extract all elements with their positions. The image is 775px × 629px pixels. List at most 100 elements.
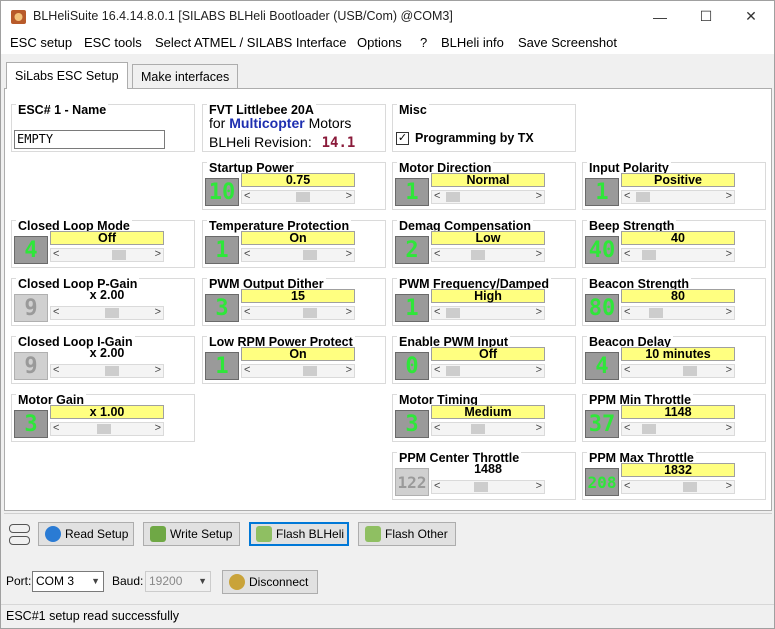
scroll-left-icon[interactable]: <	[53, 306, 59, 318]
motor-timing-slider-thumb[interactable]	[470, 424, 485, 434]
scroll-left-icon[interactable]: <	[624, 306, 630, 318]
flash-other-button[interactable]: Flash Other	[358, 522, 456, 546]
closed-loop-i-gain-slider-thumb[interactable]	[104, 366, 119, 376]
temperature-protection-slider-thumb[interactable]	[303, 250, 318, 260]
scroll-right-icon[interactable]: >	[536, 480, 542, 492]
input-polarity-slider-thumb[interactable]	[635, 192, 650, 202]
pwm-frequency-damped-slider-thumb[interactable]	[445, 308, 460, 318]
scroll-left-icon[interactable]: <	[53, 248, 59, 260]
scroll-right-icon[interactable]: >	[155, 306, 161, 318]
scroll-left-icon[interactable]: <	[53, 422, 59, 434]
closed-loop-mode-slider[interactable]: < >	[50, 248, 164, 262]
motor-gain-slider[interactable]: < >	[50, 422, 164, 436]
ppm-max-throttle-slider-thumb[interactable]	[683, 482, 698, 492]
scroll-left-icon[interactable]: <	[624, 364, 630, 376]
scroll-right-icon[interactable]: >	[155, 364, 161, 376]
menu-options[interactable]: Options	[357, 35, 402, 50]
beacon-strength-slider[interactable]: < >	[621, 306, 735, 320]
scroll-left-icon[interactable]: <	[434, 248, 440, 260]
menu-select-interface[interactable]: Select ATMEL / SILABS Interface	[155, 35, 346, 50]
scroll-right-icon[interactable]: >	[726, 480, 732, 492]
closed-loop-p-gain-slider[interactable]: < >	[50, 306, 164, 320]
pwm-output-dither-slider-thumb[interactable]	[303, 308, 318, 318]
menu-save-screenshot[interactable]: Save Screenshot	[518, 35, 617, 50]
scroll-left-icon[interactable]: <	[434, 306, 440, 318]
closed-loop-p-gain-slider-thumb[interactable]	[104, 308, 119, 318]
low-rpm-power-protect-slider[interactable]: < >	[241, 364, 355, 378]
minimize-button[interactable]: —	[637, 1, 683, 32]
port-select[interactable]: COM 3 ▼	[32, 571, 104, 592]
pwm-output-dither-slider[interactable]: < >	[241, 306, 355, 320]
scroll-right-icon[interactable]: >	[346, 306, 352, 318]
baud-select[interactable]: 19200 ▼	[145, 571, 211, 592]
scroll-right-icon[interactable]: >	[536, 190, 542, 202]
beacon-delay-slider[interactable]: < >	[621, 364, 735, 378]
pwm-frequency-damped-slider[interactable]: < >	[431, 306, 545, 320]
scroll-right-icon[interactable]: >	[726, 248, 732, 260]
scroll-left-icon[interactable]: <	[53, 364, 59, 376]
input-polarity-slider[interactable]: < >	[621, 190, 735, 204]
write-setup-button[interactable]: Write Setup	[143, 522, 240, 546]
temperature-protection-slider[interactable]: < >	[241, 248, 355, 262]
disconnect-button[interactable]: Disconnect	[222, 570, 318, 594]
enable-pwm-input-slider-thumb[interactable]	[445, 366, 460, 376]
motor-timing-slider[interactable]: < >	[431, 422, 545, 436]
demag-compensation-slider-thumb[interactable]	[470, 250, 485, 260]
scroll-right-icon[interactable]: >	[726, 190, 732, 202]
menu-blheli-info[interactable]: BLHeli info	[441, 35, 504, 50]
motor-direction-slider-thumb[interactable]	[445, 192, 460, 202]
scroll-right-icon[interactable]: >	[346, 364, 352, 376]
esc-name-input[interactable]: EMPTY	[14, 130, 165, 149]
scroll-left-icon[interactable]: <	[434, 190, 440, 202]
ppm-center-throttle-slider[interactable]: < >	[431, 480, 545, 494]
closed-loop-i-gain-slider[interactable]: < >	[50, 364, 164, 378]
scroll-right-icon[interactable]: >	[155, 422, 161, 434]
beacon-delay-slider-thumb[interactable]	[683, 366, 698, 376]
scroll-left-icon[interactable]: <	[434, 364, 440, 376]
motor-gain-slider-thumb[interactable]	[97, 424, 112, 434]
read-setup-button[interactable]: Read Setup	[38, 522, 134, 546]
scroll-left-icon[interactable]: <	[434, 422, 440, 434]
programming-by-tx-checkbox[interactable]: ✓	[396, 132, 409, 145]
scroll-right-icon[interactable]: >	[726, 422, 732, 434]
scroll-right-icon[interactable]: >	[346, 248, 352, 260]
scroll-left-icon[interactable]: <	[244, 248, 250, 260]
scroll-left-icon[interactable]: <	[624, 480, 630, 492]
scroll-right-icon[interactable]: >	[536, 248, 542, 260]
scroll-left-icon[interactable]: <	[434, 480, 440, 492]
scroll-left-icon[interactable]: <	[244, 190, 250, 202]
enable-pwm-input-slider[interactable]: < >	[431, 364, 545, 378]
ppm-min-throttle-slider[interactable]: < >	[621, 422, 735, 436]
startup-power-slider-thumb[interactable]	[295, 192, 310, 202]
scroll-left-icon[interactable]: <	[624, 190, 630, 202]
scroll-right-icon[interactable]: >	[536, 422, 542, 434]
scroll-left-icon[interactable]: <	[624, 248, 630, 260]
scroll-right-icon[interactable]: >	[726, 306, 732, 318]
tab-make-interfaces[interactable]: Make interfaces	[132, 64, 239, 88]
scroll-right-icon[interactable]: >	[536, 306, 542, 318]
menu-esc-tools[interactable]: ESC tools	[84, 35, 142, 50]
scroll-right-icon[interactable]: >	[346, 190, 352, 202]
beacon-strength-slider-thumb[interactable]	[649, 308, 664, 318]
menu-esc-setup[interactable]: ESC setup	[10, 35, 72, 50]
scroll-right-icon[interactable]: >	[155, 248, 161, 260]
menu-help[interactable]: ?	[420, 35, 427, 50]
scroll-left-icon[interactable]: <	[244, 306, 250, 318]
ppm-center-throttle-slider-thumb[interactable]	[474, 482, 489, 492]
demag-compensation-slider[interactable]: < >	[431, 248, 545, 262]
scroll-right-icon[interactable]: >	[726, 364, 732, 376]
maximize-button[interactable]: ☐	[683, 1, 729, 32]
motor-direction-slider[interactable]: < >	[431, 190, 545, 204]
closed-loop-mode-slider-thumb[interactable]	[112, 250, 127, 260]
tab-silabs-esc-setup[interactable]: SiLabs ESC Setup	[6, 62, 128, 89]
beep-strength-slider-thumb[interactable]	[641, 250, 656, 260]
scroll-left-icon[interactable]: <	[624, 422, 630, 434]
scroll-right-icon[interactable]: >	[536, 364, 542, 376]
startup-power-slider[interactable]: < >	[241, 190, 355, 204]
low-rpm-power-protect-slider-thumb[interactable]	[303, 366, 318, 376]
scroll-left-icon[interactable]: <	[244, 364, 250, 376]
ppm-max-throttle-slider[interactable]: < >	[621, 480, 735, 494]
flash-blheli-button[interactable]: Flash BLHeli	[249, 522, 349, 546]
ppm-min-throttle-slider-thumb[interactable]	[641, 424, 656, 434]
beep-strength-slider[interactable]: < >	[621, 248, 735, 262]
